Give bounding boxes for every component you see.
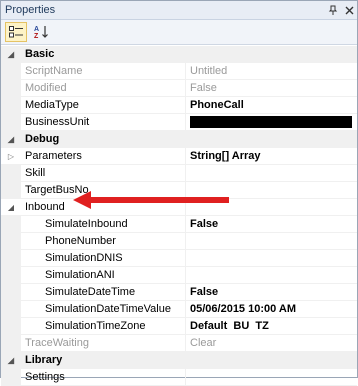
svg-text:Z: Z	[34, 33, 39, 39]
alphabetical-button[interactable]: A Z	[31, 22, 53, 42]
collapse-arrow-icon[interactable]: ◢	[1, 131, 21, 147]
property-row-simulationdatetimevalue[interactable]: SimulationDateTimeValue 05/06/2015 10:00…	[1, 301, 357, 318]
property-row-skill[interactable]: Skill	[1, 165, 357, 182]
property-row-simulationtimezone[interactable]: SimulationTimeZone Default BU TZ	[1, 318, 357, 335]
property-row-scriptname[interactable]: ScriptName Untitled	[1, 63, 357, 80]
title-bar: Properties	[1, 1, 357, 20]
property-row-phonenumber[interactable]: PhoneNumber	[1, 233, 357, 250]
collapse-arrow-icon[interactable]: ◢	[1, 199, 21, 215]
categorized-icon	[9, 26, 23, 38]
collapse-arrow-icon[interactable]: ◢	[1, 46, 21, 62]
svg-text:A: A	[34, 26, 39, 33]
property-row-tracewaiting[interactable]: TraceWaiting Clear	[1, 335, 357, 352]
collapse-arrow-icon[interactable]: ◢	[1, 352, 21, 368]
redacted-value	[190, 116, 352, 128]
category-basic[interactable]: ◢ Basic	[1, 46, 357, 63]
property-row-modified[interactable]: Modified False	[1, 80, 357, 97]
red-arrow-annotation	[73, 191, 229, 209]
alphabetical-icon: A Z	[34, 26, 48, 39]
property-row-parameters[interactable]: ▷ Parameters String[] Array	[1, 148, 357, 165]
property-grid: ◢ Basic ScriptName Untitled Modified Fal…	[1, 46, 357, 386]
property-row-businessunit[interactable]: BusinessUnit	[1, 114, 357, 131]
property-row-simulationdnis[interactable]: SimulationDNIS	[1, 250, 357, 267]
category-debug[interactable]: ◢ Debug	[1, 131, 357, 148]
toolbar: A Z	[1, 20, 357, 45]
close-icon[interactable]	[341, 2, 357, 18]
category-library[interactable]: ◢ Library	[1, 352, 357, 369]
expand-arrow-icon[interactable]: ▷	[1, 148, 21, 164]
properties-window: Properties A Z ◢ Basic ScriptName Untitl…	[0, 0, 358, 386]
property-row-simulationani[interactable]: SimulationANI	[1, 267, 357, 284]
window-title: Properties	[5, 4, 56, 16]
property-row-simulateinbound[interactable]: SimulateInbound False	[1, 216, 357, 233]
property-row-simulatedatetime[interactable]: SimulateDateTime False	[1, 284, 357, 301]
pin-icon[interactable]	[325, 2, 341, 18]
categorized-button[interactable]	[5, 22, 27, 42]
property-row-mediatype[interactable]: MediaType PhoneCall	[1, 97, 357, 114]
